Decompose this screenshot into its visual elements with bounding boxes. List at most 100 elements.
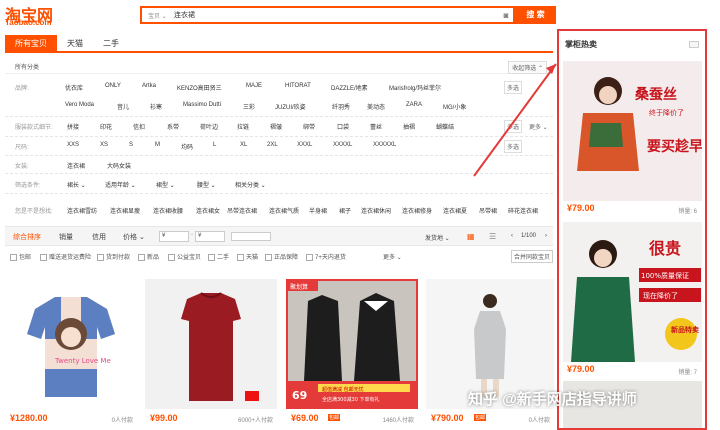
multi-select-button[interactable]: 多选 xyxy=(504,140,523,153)
taobao-logo-en[interactable]: Taobao.com xyxy=(5,18,52,27)
product-card[interactable]: Twenty Love Me ¥1280.00 0人付款 xyxy=(5,275,137,430)
more-options[interactable]: 更多 ⌄ xyxy=(383,252,402,261)
brand-option[interactable]: 美动态 xyxy=(367,102,385,111)
size-option[interactable]: XXXXXL xyxy=(373,142,396,148)
brand-option[interactable]: 三彩 xyxy=(243,102,255,111)
size-option[interactable]: XXXL xyxy=(297,142,312,148)
brand-option[interactable]: MG/小象 xyxy=(443,102,466,111)
brand-option[interactable]: DAZZLE/地素 xyxy=(331,83,368,92)
sort-default[interactable]: 综合排序 xyxy=(13,232,41,242)
style-option[interactable]: 印花 xyxy=(100,122,112,131)
brand-option[interactable]: ONLY xyxy=(105,83,121,89)
condition-dropdown[interactable]: 适用年龄 ⌄ xyxy=(105,180,136,189)
condition-dropdown[interactable]: 腰型 ⌄ xyxy=(197,180,216,189)
checkbox-tmall[interactable]: 天猫 xyxy=(237,252,258,261)
size-option[interactable]: S xyxy=(129,142,133,148)
prev-page-icon[interactable]: ‹ xyxy=(511,233,513,239)
checkbox-cod[interactable]: 货到付款 xyxy=(97,252,130,261)
suggest-link[interactable]: 连衣裙气质 xyxy=(269,206,299,215)
suggest-link[interactable]: 连衣裙显瘦 xyxy=(110,206,140,215)
suggest-link[interactable]: 连衣裙女 xyxy=(196,206,220,215)
style-option[interactable]: 拉链 xyxy=(237,122,249,131)
tab-secondhand[interactable]: 二手 xyxy=(93,35,129,51)
search-button[interactable]: 搜 索 xyxy=(515,6,556,24)
price-to-input[interactable]: ¥ xyxy=(195,231,225,242)
condition-dropdown[interactable]: 相关分类 ⌄ xyxy=(235,180,266,189)
suggest-link[interactable]: 连衣裙雪纺 xyxy=(67,206,97,215)
brand-option[interactable]: 优衣库 xyxy=(65,83,83,92)
size-option[interactable]: 2XL xyxy=(267,142,278,148)
checkbox-charity[interactable]: 公益宝贝 xyxy=(168,252,201,261)
product-card[interactable]: 聚划算 69 超值满减 包邮无忧 全店满300减30 下单有礼 ¥69.00 包… xyxy=(286,275,418,430)
brand-option[interactable]: 衫寒 xyxy=(150,102,162,111)
suggest-link[interactable]: 连衣裙修身 xyxy=(402,206,432,215)
style-option[interactable]: 抽褶 xyxy=(403,122,415,131)
women-option[interactable]: 连衣裙 xyxy=(67,161,85,170)
size-option[interactable]: XL xyxy=(240,142,247,148)
size-option[interactable]: XXXXL xyxy=(333,142,352,148)
style-option[interactable]: 口袋 xyxy=(337,122,349,131)
size-option[interactable]: L xyxy=(213,142,216,148)
camera-icon[interactable]: ◙ xyxy=(499,11,513,20)
product-card[interactable]: ¥99.00 6000+人付款 xyxy=(145,275,277,430)
suggest-link[interactable]: 半身裙 xyxy=(309,206,327,215)
checkbox-secondhand[interactable]: 二手 xyxy=(208,252,229,261)
sort-sales[interactable]: 销量 xyxy=(59,232,73,242)
tab-all[interactable]: 所有宝贝 xyxy=(5,35,57,51)
brand-option[interactable]: KENZO高田贤三 xyxy=(177,83,222,92)
style-option[interactable]: 拼接 xyxy=(67,122,79,131)
brand-option[interactable]: 音儿 xyxy=(117,102,129,111)
style-option[interactable]: 荷叶边 xyxy=(200,122,218,131)
brand-option[interactable]: Vero Moda xyxy=(65,102,94,108)
list-view-icon[interactable]: ☰ xyxy=(489,232,496,241)
tab-tmall[interactable]: 天猫 xyxy=(57,35,93,51)
brand-option[interactable]: HITORAT xyxy=(285,83,311,89)
style-option[interactable]: 蝴蝶结 xyxy=(436,122,454,131)
suggest-link[interactable]: 裙子 xyxy=(339,206,351,215)
suggest-link[interactable]: 吊带裙 xyxy=(479,206,497,215)
brand-option[interactable]: Marisfrolg/玛丝菲尔 xyxy=(389,83,441,92)
brand-option[interactable]: MAJE xyxy=(246,83,262,89)
brand-option[interactable]: Massimo Dutti xyxy=(183,102,221,108)
brand-option[interactable]: JUZUI/玖姿 xyxy=(275,102,306,111)
suggest-link[interactable]: 连衣裙休闲 xyxy=(361,206,391,215)
checkbox-return-insurance[interactable]: 赠送退货运费险 xyxy=(40,252,91,261)
checkbox-free-shipping[interactable]: 包邮 xyxy=(10,252,31,261)
display-toggle[interactable] xyxy=(231,232,271,241)
sidebar-product-image[interactable]: 桑蚕丝 终于降价了 要买趁早 xyxy=(563,61,702,201)
style-option[interactable]: 系带 xyxy=(167,122,179,131)
search-input[interactable] xyxy=(172,9,499,21)
style-option[interactable]: 蕾丝 xyxy=(370,122,382,131)
sidebar-product-image[interactable]: 很贵 100%质量保证 现在降价了 新品特卖 xyxy=(563,222,702,362)
next-page-icon[interactable]: › xyxy=(545,233,547,239)
checkbox-new[interactable]: 新品 xyxy=(138,252,159,261)
grid-view-icon[interactable]: ▦ xyxy=(467,232,475,241)
more-button[interactable]: 更多 ⌄ xyxy=(529,122,548,131)
merge-same-button[interactable]: 合并同款宝贝 xyxy=(511,250,553,263)
product-image[interactable]: Twenty Love Me xyxy=(5,279,137,409)
sort-price[interactable]: 价格 ⌄ xyxy=(123,232,145,242)
suggest-link[interactable]: 连衣裙夏 xyxy=(443,206,467,215)
suggest-link[interactable]: 吊带连衣裙 xyxy=(227,206,257,215)
checkbox-authentic[interactable]: 正品保障 xyxy=(265,252,298,261)
collapse-filter-button[interactable]: 收起筛选 ⌃ xyxy=(508,61,547,74)
price-from-input[interactable]: ¥ xyxy=(159,231,189,242)
brand-option[interactable]: Artka xyxy=(142,83,156,89)
checkbox-7day-return[interactable]: 7+天内退货 xyxy=(306,252,346,261)
multi-select-button[interactable]: 多选 xyxy=(504,120,523,133)
breadcrumb-all[interactable]: 所有分类 xyxy=(15,62,39,71)
style-option[interactable]: 绑带 xyxy=(303,122,315,131)
style-option[interactable]: 信扣 xyxy=(133,122,145,131)
size-option[interactable]: 均码 xyxy=(181,142,193,151)
brand-option[interactable]: 纤羽秀 xyxy=(332,102,350,111)
sort-credit[interactable]: 信用 xyxy=(92,232,106,242)
suggest-link[interactable]: 碎花连衣裙 xyxy=(508,206,538,215)
women-option[interactable]: 大码女装 xyxy=(107,161,131,170)
multi-select-button[interactable]: 多选 xyxy=(504,81,523,94)
ship-from-dropdown[interactable]: 发货地 ⌄ xyxy=(425,233,450,242)
suggest-link[interactable]: 连衣裙收腰 xyxy=(153,206,183,215)
product-image[interactable]: 聚划算 69 超值满减 包邮无忧 全店满300减30 下单有礼 xyxy=(286,279,418,409)
style-option[interactable]: 褶皱 xyxy=(270,122,282,131)
brand-option[interactable]: ZARA xyxy=(406,102,422,108)
condition-dropdown[interactable]: 裙长 ⌄ xyxy=(67,180,86,189)
